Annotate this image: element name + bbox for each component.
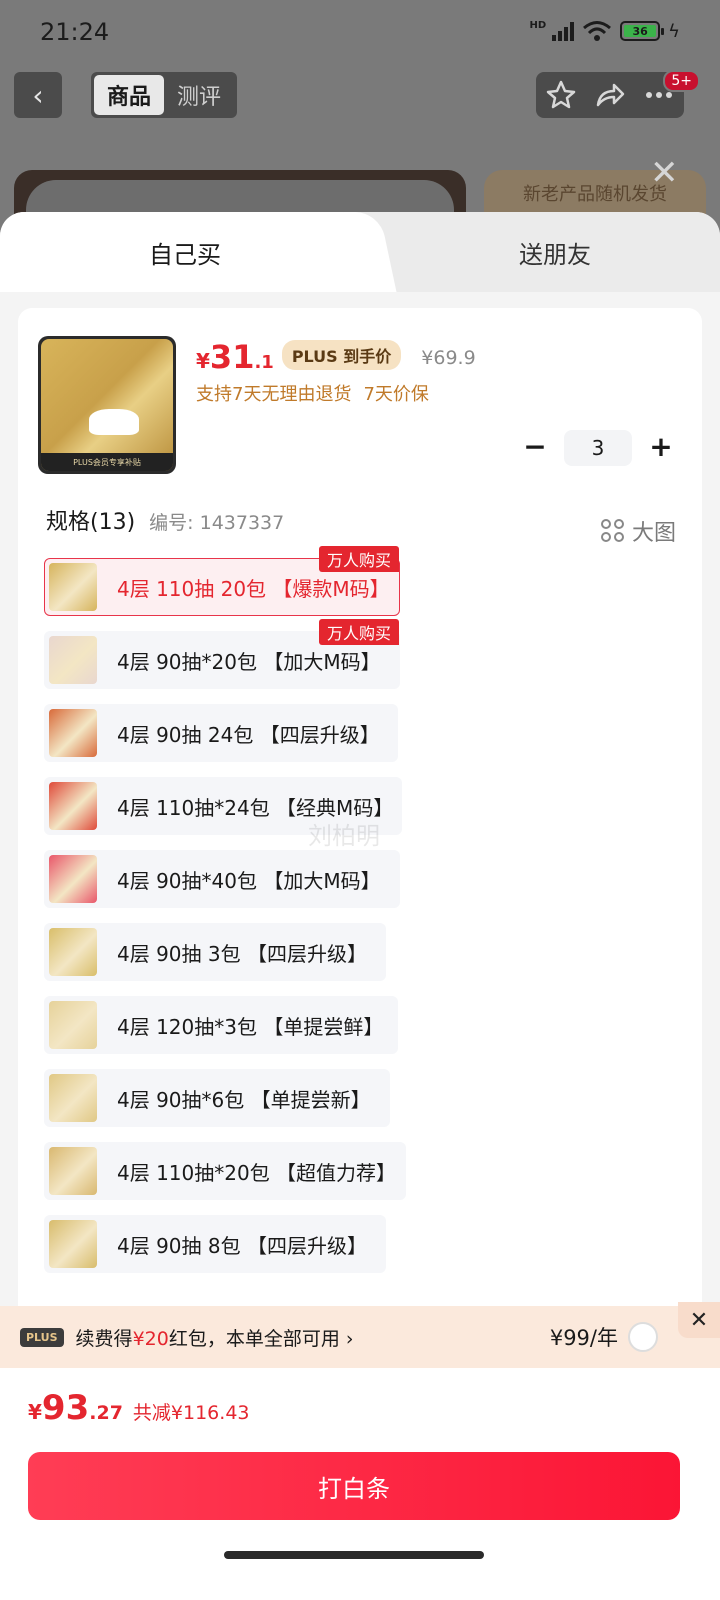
spec-option[interactable]: 4层 90抽*20包 【加大M码】 万人购买 [44, 619, 400, 689]
spec-option-label: 4层 90抽 24包 【四层升级】 [117, 722, 380, 747]
service-promises: 支持7天无理由退货 7天价保 [196, 380, 441, 406]
decrease-button[interactable]: − [520, 433, 550, 463]
battery-level: 36 [624, 25, 657, 38]
plus-renewal-bar[interactable]: PLUS 续费得¥20红包，本单全部可用 › ¥99/年 ✕ [0, 1302, 720, 1368]
spec-option-label: 4层 90抽 3包 【四层升级】 [117, 941, 367, 966]
spec-header: 规格(13) 编号: 1437337 大图 [46, 504, 676, 547]
hot-seller-badge: 万人购买 [318, 619, 399, 645]
tab-review[interactable]: 测评 [164, 75, 234, 115]
signal-icon [552, 21, 575, 41]
spec-thumbnail [49, 1220, 97, 1268]
close-icon: ✕ [689, 1307, 709, 1333]
plus-bar-close-button[interactable]: ✕ [678, 1302, 720, 1338]
spec-title: 规格(13) [46, 510, 136, 535]
pay-baitiao-button[interactable]: 打白条 [28, 1452, 680, 1520]
share-icon[interactable] [594, 79, 626, 111]
spec-thumbnail [49, 782, 97, 830]
spec-thumbnail [49, 855, 97, 903]
action-group [536, 72, 684, 118]
tab-buy-self-label: 自己买 [149, 240, 221, 269]
tab-send-friend[interactable]: 送朋友 [390, 212, 720, 292]
back-button[interactable]: ‹ [14, 72, 62, 118]
star-icon[interactable] [545, 79, 577, 111]
spec-option-label: 4层 90抽*40包 【加大M码】 [117, 868, 381, 893]
spec-option[interactable]: 4层 90抽*6包 【单提尝新】 [44, 1069, 390, 1127]
spec-option-label: 4层 90抽 8包 【四层升级】 [117, 1233, 367, 1258]
home-indicator[interactable] [224, 1551, 484, 1559]
promise-return: 支持7天无理由退货 [196, 384, 352, 405]
product-code: 编号: 1437337 [149, 512, 285, 534]
big-image-label: 大图 [631, 520, 676, 546]
price-integer: 31 [209, 338, 255, 376]
status-time: 21:24 [40, 18, 110, 46]
spec-option[interactable]: 4层 90抽 24包 【四层升级】 [44, 704, 398, 762]
spec-option[interactable]: 4层 90抽 3包 【四层升级】 [44, 923, 386, 981]
spec-thumbnail [49, 1147, 97, 1195]
spec-option-label: 4层 90抽*20包 【加大M码】 [117, 649, 381, 674]
total-integer: 93 [41, 1388, 90, 1428]
plus-fee: ¥99/年 [549, 1326, 618, 1350]
thumbnail-footer: PLUS会员专享补贴 [41, 453, 173, 471]
plus-offer-amount: ¥20 [132, 1327, 169, 1350]
quantity-value[interactable]: 3 [564, 430, 632, 466]
plus-price: ¥ 31 .1 [196, 338, 274, 376]
total-price: ¥ 93 .27 共减¥116.43 [28, 1388, 250, 1428]
spec-option-label: 4层 90抽*6包 【单提尝新】 [117, 1087, 371, 1112]
buy-mode-tabs: 自己买 送朋友 [0, 212, 720, 292]
plus-select-radio[interactable] [628, 1322, 658, 1352]
network-type: HD [529, 20, 547, 31]
battery-icon: 36 [620, 21, 665, 41]
original-price: ¥69.9 [421, 347, 476, 369]
top-navbar: ‹ 商品 测评 5+ [0, 70, 720, 120]
plus-offer-text[interactable]: 续费得¥20红包，本单全部可用 › [76, 1324, 354, 1351]
spec-option[interactable]: 4层 110抽 20包 【爆款M码】 万人购买 [44, 546, 400, 616]
plus-price-tag: PLUS 到手价 [281, 340, 402, 370]
hot-seller-badge: 万人购买 [318, 546, 399, 572]
product-thumbnail[interactable]: PLUS会员专享补贴 [38, 336, 176, 474]
price-currency: ¥ [196, 349, 210, 373]
quantity-stepper: − 3 + [520, 430, 676, 466]
checkout-footer: ¥ 93 .27 共减¥116.43 打白条 [0, 1368, 720, 1600]
total-decimal: .27 [89, 1402, 123, 1424]
spec-option[interactable]: 4层 90抽 8包 【四层升级】 [44, 1215, 386, 1273]
total-discount: 共减¥116.43 [132, 1402, 250, 1424]
charging-icon: ϟ [668, 20, 680, 42]
spec-thumbnail [49, 636, 97, 684]
price-row: ¥ 31 .1 PLUS 到手价 ¥69.9 [196, 338, 476, 376]
big-image-toggle[interactable]: 大图 [600, 515, 676, 547]
tab-product[interactable]: 商品 [94, 75, 164, 115]
spec-thumbnail [49, 928, 97, 976]
promise-price-protect: 7天价保 [363, 384, 429, 405]
spec-thumbnail [49, 563, 97, 611]
close-icon: ✕ [650, 153, 679, 193]
spec-list: 4层 110抽 20包 【爆款M码】 万人购买 4层 90抽*20包 【加大M码】万… [44, 546, 464, 1288]
chevron-left-icon: ‹ [32, 78, 44, 112]
spec-option[interactable]: 4层 120抽*3包 【单提尝鲜】 [44, 996, 398, 1054]
grid-icon [600, 519, 624, 542]
wifi-icon [583, 21, 612, 41]
page-tabs: 商品 测评 [91, 72, 237, 118]
watermark: 刘柏明 [308, 822, 380, 850]
plus-offer-prefix: 续费得 [75, 1327, 133, 1350]
close-sheet-button[interactable]: ✕ [650, 156, 680, 190]
tab-buy-self[interactable]: 自己买 [0, 212, 370, 292]
message-badge: 5+ [663, 70, 700, 92]
plus-logo: PLUS [20, 1327, 64, 1347]
spec-option-label: 4层 120抽*3包 【单提尝鲜】 [117, 1014, 384, 1039]
spec-option[interactable]: 4层 110抽*20包 【超值力荐】 [44, 1142, 406, 1200]
price-decimal: .1 [254, 352, 274, 373]
total-currency: ¥ [28, 1400, 42, 1424]
plus-offer-suffix: 红包，本单全部可用 › [168, 1327, 354, 1350]
spec-option-label: 4层 110抽*20包 【超值力荐】 [117, 1160, 397, 1185]
spec-option-label: 4层 110抽 20包 【爆款M码】 [117, 576, 390, 601]
increase-button[interactable]: + [646, 433, 676, 463]
spec-option[interactable]: 4层 90抽*40包 【加大M码】 [44, 850, 400, 908]
spec-thumbnail [49, 709, 97, 757]
spec-thumbnail [49, 1001, 97, 1049]
status-bar: 21:24 HD 36 ϟ [0, 0, 720, 64]
spec-thumbnail [49, 1074, 97, 1122]
